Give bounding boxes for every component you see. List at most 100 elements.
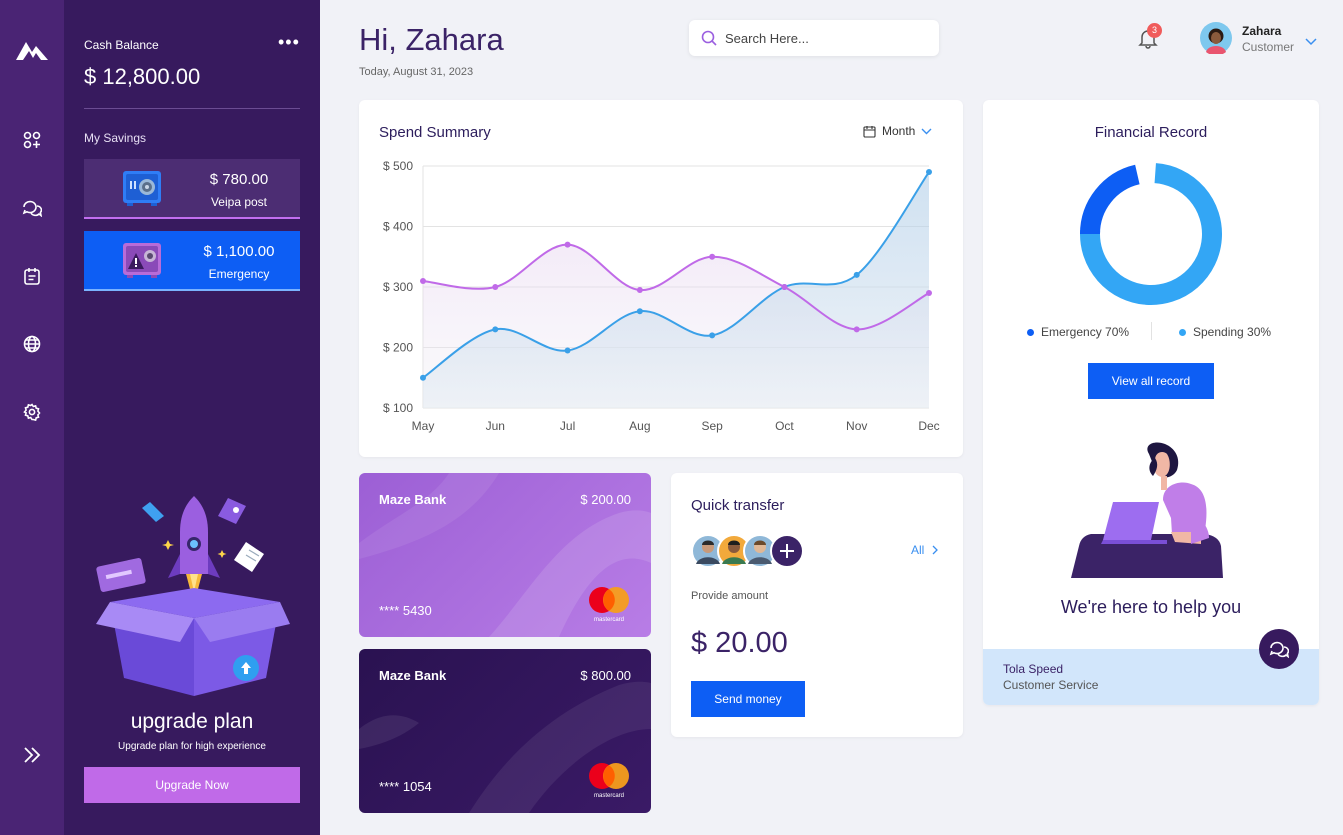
data-point [420,277,426,284]
chevron-down-icon [921,128,932,134]
more-options-icon[interactable]: ••• [278,32,300,53]
help-title: We're here to help you [1060,597,1242,617]
add-recipient-button[interactable] [770,534,804,568]
expand-icon[interactable] [22,745,42,770]
spend-summary-card: $ 100 $ 200 $ 300 $ 400 $ 500 May Jun Jul Aug Sep… [359,100,963,457]
svg-text:mastercard: mastercard [594,793,624,799]
y-tick-label: $ 500 [383,159,413,173]
divider [84,108,300,109]
icon-rail [0,0,64,835]
y-tick-label: $ 300 [383,280,413,294]
data-point [492,326,499,333]
x-tick-label: Dec [918,419,939,433]
cash-balance-label: Cash Balance [84,38,159,52]
mastercard-logo: mastercard [585,762,633,805]
safe-icon [122,169,164,212]
card-number: **** 1054 [379,779,432,794]
legend-label: Emergency 70% [1041,325,1130,339]
data-point [781,284,788,290]
saving-name: Veipa post [210,195,268,209]
chevron-right-icon [932,545,939,555]
data-point [636,287,643,294]
current-date: Today, August 31, 2023 [359,66,474,78]
x-tick-label: Aug [629,419,650,433]
data-point [926,290,932,297]
bank-card[interactable]: Maze Bank $ 800.00 **** 1054 mastercard [359,649,651,813]
bank-name: Maze Bank [379,668,447,683]
legend-label: Spending 30% [1193,325,1272,339]
bank-card[interactable]: Maze Bank $ 200.00 **** 5430 mastercard [359,473,651,637]
spend-line-chart: $ 100 $ 200 $ 300 $ 400 $ 500 May Jun Jul Aug Sep… [383,159,940,433]
x-tick-label: Jul [560,419,575,433]
legend-divider [1151,322,1152,340]
send-money-button[interactable]: Send money [691,681,805,717]
saving-item-veipa-post[interactable]: $ 780.00 Veipa post [84,159,300,219]
card-number: **** 5430 [379,603,432,618]
view-all-record-button[interactable]: View all record [1088,363,1214,399]
legend-dot [1027,328,1034,336]
page-title: Hi, Zahara [359,22,504,57]
data-point [564,347,571,354]
legend-emergency: Emergency 70% [1027,325,1129,339]
card-balance: $ 200.00 [580,492,631,507]
service-agent-role: Customer Service [1003,678,1099,692]
data-point [926,169,932,176]
saving-amount: $ 1,100.00 [203,243,275,260]
y-tick-label: $ 200 [383,341,413,355]
data-point [420,374,426,381]
logo-icon[interactable] [16,38,48,67]
x-tick-label: Jun [486,419,505,433]
data-point [853,326,860,333]
y-tick-label: $ 400 [383,220,413,234]
notification-badge: 3 [1147,23,1162,38]
legend-spending: Spending 30% [1179,325,1271,339]
data-point [709,332,716,339]
chat-button[interactable] [1259,629,1299,669]
mastercard-logo: mastercard [585,586,633,629]
user-role: Customer [1242,40,1295,54]
svg-text:mastercard: mastercard [594,617,624,623]
all-recipients-link[interactable]: All [911,543,939,557]
x-tick-label: Oct [775,419,794,433]
avatar[interactable] [1200,22,1232,56]
x-tick-label: May [412,419,435,433]
search-input[interactable] [725,28,925,48]
period-dropdown[interactable]: Month [863,124,932,138]
rocket-box-illustration [94,492,290,703]
savings-panel: Cash Balance ••• $ 12,800.00 My Savings … [64,0,320,835]
upgrade-now-button[interactable]: Upgrade Now [84,767,300,803]
bank-name: Maze Bank [379,492,447,507]
legend-dot [1179,328,1186,336]
financial-donut-chart [1079,162,1223,311]
financial-record-title: Financial Record [1094,124,1208,141]
data-point [636,308,643,315]
globe-icon[interactable] [20,332,44,356]
support-illustration [1063,440,1243,585]
data-point [709,253,716,260]
transfer-amount[interactable]: $ 20.00 [691,627,788,660]
x-tick-label: Sep [701,419,723,433]
emergency-safe-icon [122,241,164,284]
upgrade-plan-subtitle: Upgrade plan for high experience [118,741,266,752]
quick-transfer-card: Quick transfer All Provide amount $ 20.0… [671,473,963,737]
financial-record-card: Financial Record Emergency 70% Spending … [983,100,1319,705]
saving-item-emergency[interactable]: $ 1,100.00 Emergency [84,231,300,291]
service-agent-name: Tola Speed [1003,662,1064,676]
calendar-icon[interactable] [20,264,44,288]
my-savings-label: My Savings [84,131,147,145]
y-tick-label: $ 100 [383,401,413,415]
upgrade-plan-title: upgrade plan [130,710,254,733]
apps-icon[interactable] [20,128,44,152]
data-point [564,241,571,248]
settings-icon[interactable] [20,400,44,424]
chat-icon[interactable] [20,196,44,220]
chevron-down-icon[interactable] [1305,33,1317,51]
search-box [689,20,939,56]
cash-balance-value: $ 12,800.00 [84,64,201,89]
all-label: All [911,543,925,557]
saving-amount: $ 780.00 [209,171,269,188]
x-tick-label: Nov [846,419,867,433]
calendar-icon [863,125,876,138]
period-label: Month [882,124,916,138]
data-point [492,284,499,290]
